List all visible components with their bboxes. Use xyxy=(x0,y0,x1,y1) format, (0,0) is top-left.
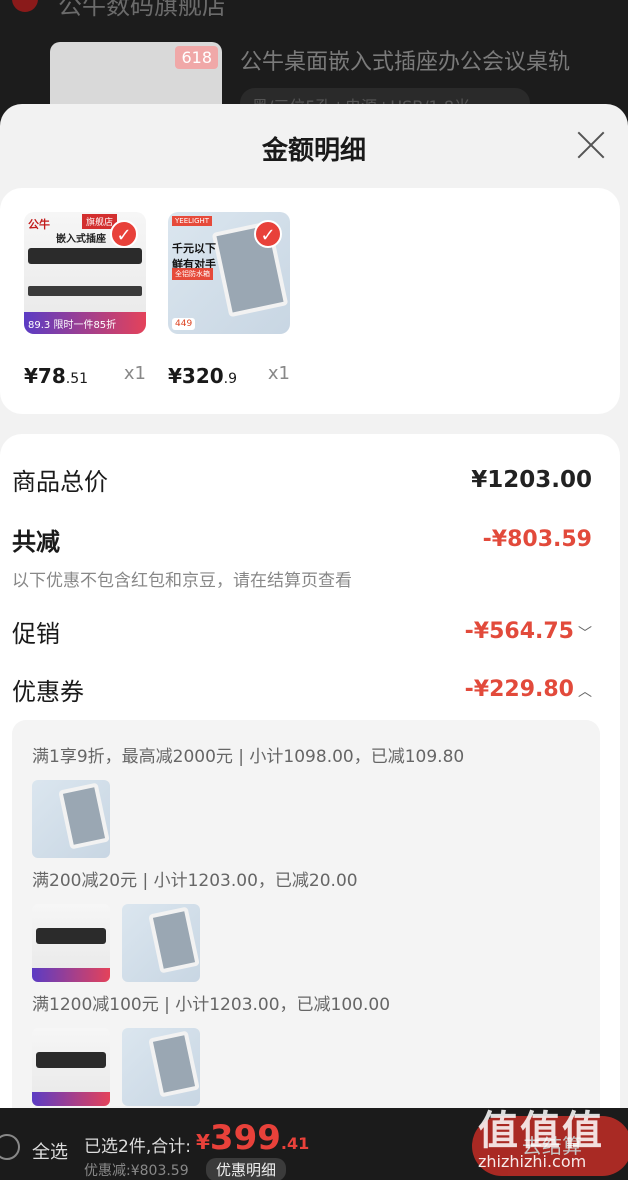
total-reduction-row: 共减 -¥803.59 xyxy=(12,522,592,557)
discount-amount-text: 优惠减:¥803.59 xyxy=(84,1163,189,1179)
select-all-label[interactable]: 全选 xyxy=(32,1138,68,1164)
price-summary-card: 商品总价 ¥1203.00 共减 -¥803.59 以下优惠不包含红包和京豆，请… xyxy=(0,434,620,1108)
brand-logo: YEELIGHT xyxy=(172,216,213,226)
coupon-rule: 满1200减100元 | 小计1203.00，已减100.00 xyxy=(32,995,391,1015)
total-reduction-label: 共减 xyxy=(12,528,60,556)
promotion-row[interactable]: 促销 -¥564.75 ﹀ xyxy=(12,614,592,649)
chevron-up-icon: ︿ xyxy=(578,684,592,700)
coupon-product-thumbnail xyxy=(32,904,110,982)
discount-detail-button[interactable]: 优惠明细 xyxy=(206,1158,287,1180)
coupon-value: -¥229.80 ︿ xyxy=(464,677,592,702)
light-panel-image xyxy=(148,1030,200,1098)
coupon-details-panel: 满1享9折，最高减2000元 | 小计1098.00，已减109.80 满200… xyxy=(12,720,600,1108)
promo-banner: 89.3 限时一件85折 xyxy=(24,312,146,334)
product-quantity: x1 xyxy=(123,363,146,384)
coupon-product-thumbnail xyxy=(122,1028,200,1106)
select-all-radio[interactable] xyxy=(0,1134,20,1160)
mini-price: 449 xyxy=(172,318,196,330)
check-icon: ✓ xyxy=(254,220,282,248)
light-panel-image xyxy=(148,906,200,974)
watermark-logo: 值值值 xyxy=(478,1108,604,1154)
product-thumbnail: YEELIGHT 千元以下鲜有对手 全铝防水箱 449 ✓ xyxy=(168,212,290,334)
promo-618-badge: 618 xyxy=(175,46,218,69)
socket-image xyxy=(28,248,142,264)
total-price-label: 商品总价 xyxy=(12,468,108,496)
chevron-down-icon: ﹀ xyxy=(578,626,592,642)
brand-logo: 公牛 xyxy=(28,218,50,231)
socket-image xyxy=(36,1052,106,1068)
total-price-value: ¥1203.00 xyxy=(471,466,592,493)
close-icon[interactable] xyxy=(576,130,606,160)
promotion-label: 促销 xyxy=(12,620,60,648)
amount-detail-sheet: 金额明细 公牛 旗舰店 嵌入式插座 89.3 限时一件85折 ✓ ¥78.51 … xyxy=(0,104,628,1108)
socket-image xyxy=(36,928,106,944)
coupon-rule: 满200减20元 | 小计1203.00，已减20.00 xyxy=(32,871,358,891)
socket-image-detail xyxy=(28,286,142,296)
product-item[interactable]: YEELIGHT 千元以下鲜有对手 全铝防水箱 449 ✓ ¥320.9 x1 xyxy=(168,212,290,388)
coupon-product-thumbnail xyxy=(32,780,110,858)
cart-product-title[interactable]: 公牛桌面嵌入式插座办公会议桌轨 xyxy=(240,44,570,76)
shop-name[interactable]: 公牛数码旗舰店 xyxy=(58,0,226,21)
product-label: 嵌入式插座 xyxy=(56,234,106,245)
sheet-title: 金额明细 xyxy=(261,136,366,166)
selected-products-card: 公牛 旗舰店 嵌入式插座 89.3 限时一件85折 ✓ ¥78.51 x1 YE… xyxy=(0,188,620,414)
coupon-product-thumbnail xyxy=(32,1028,110,1106)
selected-count-text: 已选2件,合计: xyxy=(84,1137,191,1157)
coupon-product-thumbnail xyxy=(122,904,200,982)
promo-banner xyxy=(32,968,110,982)
product-thumbnail: 公牛 旗舰店 嵌入式插座 89.3 限时一件85折 ✓ xyxy=(24,212,146,334)
shop-select-radio[interactable] xyxy=(12,0,38,12)
total-reduction-value: -¥803.59 xyxy=(482,527,592,552)
grand-total-price: ¥399.41 xyxy=(196,1118,310,1158)
coupon-label: 优惠券 xyxy=(12,678,84,706)
product-item[interactable]: 公牛 旗舰店 嵌入式插座 89.3 限时一件85折 ✓ ¥78.51 x1 xyxy=(24,212,146,388)
promotion-value: -¥564.75 ﹀ xyxy=(464,619,592,644)
coupon-row[interactable]: 优惠券 -¥229.80 ︿ xyxy=(12,672,592,707)
coupon-rule: 满1享9折，最高减2000元 | 小计1098.00，已减109.80 xyxy=(32,747,465,767)
check-icon: ✓ xyxy=(110,220,138,248)
total-price-row: 商品总价 ¥1203.00 xyxy=(12,462,592,497)
product-quantity: x1 xyxy=(267,363,290,384)
product-tag: 全铝防水箱 xyxy=(172,268,213,280)
promo-banner xyxy=(32,1092,110,1106)
light-panel-image xyxy=(58,782,110,850)
watermark-url: zhizhizhi.com xyxy=(478,1152,587,1171)
discount-note: 以下优惠不包含红包和京豆，请在结算页查看 xyxy=(12,571,352,591)
